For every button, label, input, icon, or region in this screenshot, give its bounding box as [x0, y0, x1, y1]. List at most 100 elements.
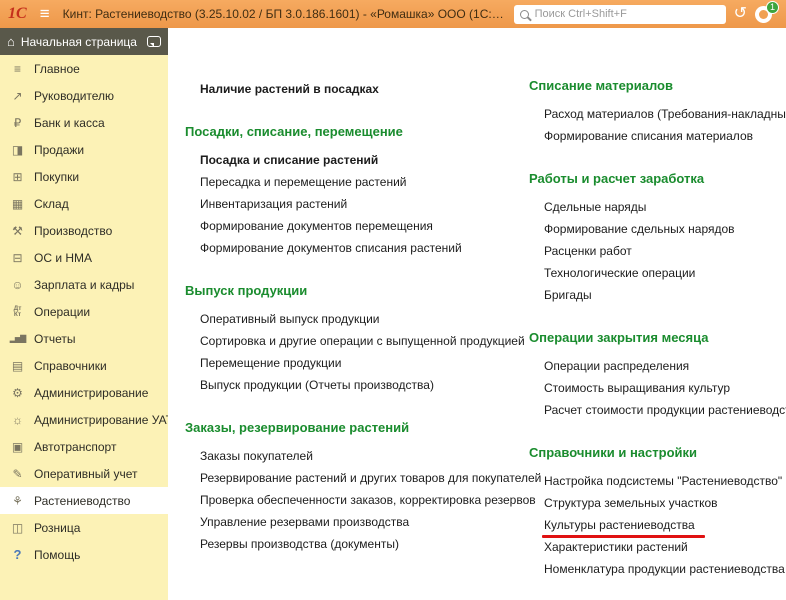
home-label: Начальная страница [21, 35, 137, 49]
sidebar-item-plant-growing[interactable]: ⚘Растениеводство [0, 487, 168, 514]
notifications-icon[interactable]: 1 [755, 6, 772, 23]
sidebar-sections-list: ≡ Главное ↗ Руководителю ₽ Банк и касса ◨ Прода… [0, 55, 168, 568]
command-link[interactable]: Оперативный выпуск продукции [200, 308, 380, 330]
bar-chart-icon: ▂▅▇ [9, 334, 26, 343]
app-body: ⌂ Начальная страница ≡ Главное ↗ Руководите… [0, 28, 786, 600]
gear-icon: ⚙ [9, 386, 26, 400]
sales-icon: ◨ [9, 143, 26, 157]
command-link[interactable]: Пересадка и перемещение растений [200, 171, 407, 193]
section-header: Выпуск продукции [185, 283, 307, 299]
command-link[interactable]: Формирование документов списания растени… [200, 237, 462, 259]
command-link[interactable]: Формирование сдельных нарядов [544, 218, 735, 240]
home-page-button[interactable]: ⌂ Начальная страница [0, 28, 168, 55]
command-link[interactable]: Сортировка и другие операции с выпущенно… [200, 330, 525, 352]
command-link[interactable]: Резервы производства (документы) [200, 533, 399, 555]
sidebar-item-label: Администрирование [34, 386, 148, 400]
ruble-icon: ₽ [9, 116, 26, 130]
sidebar-item-main[interactable]: ≡ Главное [0, 55, 168, 82]
chart-line-icon: ↗ [9, 89, 26, 103]
command-link[interactable]: Резервирование растений и других товаров… [200, 467, 541, 489]
sidebar-item-label: Главное [34, 62, 80, 76]
sidebar-item-label: ОС и НМА [34, 251, 92, 265]
sidebar-item-fixed-assets[interactable]: ⊟ ОС и НМА [0, 244, 168, 271]
sidebar-item-label: Отчеты [34, 332, 75, 346]
command-link[interactable]: Управление резервами производства [200, 511, 409, 533]
sidebar-item-label: Оперативный учет [34, 467, 137, 481]
dtkt-icon: Дт Кт [9, 306, 26, 318]
main-menu-icon[interactable]: ≡ [35, 4, 55, 24]
command-link[interactable]: Расценки работ [544, 240, 632, 262]
sidebar-item-sales[interactable]: ◨ Продажи [0, 136, 168, 163]
sidebar-item-production[interactable]: ⚒Производство [0, 217, 168, 244]
section-header: Списание материалов [529, 78, 673, 94]
bulb-icon: ☼ [9, 413, 26, 427]
section-header: Операции закрытия месяца [529, 330, 708, 346]
sidebar-item-retail[interactable]: ◫ Розница [0, 514, 168, 541]
sidebar-item-help[interactable]: ?Помощь [0, 541, 168, 568]
command-link[interactable]: Инвентаризация растений [200, 193, 347, 215]
command-link[interactable]: Проверка обеспеченности заказов, коррект… [200, 489, 536, 511]
search-input[interactable] [535, 8, 720, 20]
command-link[interactable]: Бригады [544, 284, 592, 306]
command-link[interactable]: Заказы покупателей [200, 445, 313, 467]
command-link[interactable]: Сдельные наряды [544, 196, 646, 218]
command-link[interactable]: Характеристики растений [544, 536, 688, 558]
command-link[interactable]: Стоимость выращивания культур [544, 377, 730, 399]
command-link[interactable]: Операции распределения [544, 355, 689, 377]
sidebar-item-administration[interactable]: ⚙ Администрирование [0, 379, 168, 406]
car-icon: ▣ [9, 440, 26, 454]
global-search[interactable] [514, 5, 726, 24]
command-link[interactable]: Настройка подсистемы "Растениеводство" [544, 470, 782, 492]
command-link[interactable]: Формирование документов перемещения [200, 215, 433, 237]
window-title: Кинт: Растениеводство (3.25.10.02 / БП 3… [63, 7, 506, 21]
titlebar: 1С ≡ Кинт: Растениеводство (3.25.10.02 /… [0, 0, 786, 28]
search-icon [520, 10, 529, 19]
sidebar-item-purchases[interactable]: ⊞Покупки [0, 163, 168, 190]
sidebar-item-bank-cash[interactable]: ₽ Банк и касса [0, 109, 168, 136]
discussions-icon[interactable] [147, 36, 161, 47]
command-link[interactable]: Посадка и списание растений [200, 149, 378, 171]
sidebar-item-label: Производство [34, 224, 112, 238]
truck-icon: ⊟ [9, 251, 26, 265]
command-link[interactable]: Расчет стоимости продукции растениеводст… [544, 399, 786, 421]
sidebar-item-label: Продажи [34, 143, 84, 157]
content-column-right: Списание материалов Расход материалов (Тр… [529, 78, 786, 600]
sidebar-item-catalogs[interactable]: ▤Справочники [0, 352, 168, 379]
storefront-icon: ◫ [9, 521, 26, 535]
sidebar-item-warehouse[interactable]: ▦Склад [0, 190, 168, 217]
command-link[interactable]: Технологические операции [544, 262, 695, 284]
cart-icon: ⊞ [9, 170, 26, 184]
sidebar-item-label: Справочники [34, 359, 107, 373]
sidebar-item-vehicles[interactable]: ▣Автотранспорт [0, 433, 168, 460]
command-link[interactable]: Расход материалов (Требования-накладные) [544, 103, 786, 125]
menu-icon: ≡ [9, 62, 26, 76]
command-link[interactable]: Наличие растений в посадках [200, 78, 379, 100]
sidebar-item-administration-uat[interactable]: ☼Администрирование УАТ [0, 406, 168, 433]
command-link[interactable]: Номенклатура продукции растениеводства [544, 558, 785, 580]
sidebar-item-manager[interactable]: ↗ Руководителю [0, 82, 168, 109]
sidebar-item-reports[interactable]: ▂▅▇ Отчеты [0, 325, 168, 352]
command-link[interactable]: Перемещение продукции [200, 352, 341, 374]
sidebar-item-label: Руководителю [34, 89, 114, 103]
command-link[interactable]: Выпуск продукции (Отчеты производства) [200, 374, 434, 396]
section-header: Заказы, резервирование растений [185, 420, 409, 436]
1c-logo: 1С [8, 5, 27, 23]
sidebar-item-label: Администрирование УАТ [34, 413, 173, 427]
sidebar-item-label: Зарплата и кадры [34, 278, 134, 292]
sidebar-item-label: Операции [34, 305, 90, 319]
sidebar-item-label: Банк и касса [34, 116, 105, 130]
section-header: Работы и расчет заработка [529, 171, 704, 187]
home-icon: ⌂ [7, 34, 15, 49]
sidebar-item-label: Розница [34, 521, 80, 535]
command-link[interactable]: Структура земельных участков [544, 492, 718, 514]
command-link[interactable]: Формирование списания материалов [544, 125, 753, 147]
sidebar-item-operational-accounting[interactable]: ✎Оперативный учет [0, 460, 168, 487]
command-link[interactable]: Культуры растениеводства [544, 514, 695, 536]
history-icon[interactable]: ↺ [734, 6, 747, 22]
warehouse-icon: ▦ [9, 197, 26, 211]
sidebar-item-payroll[interactable]: ☺Зарплата и кадры [0, 271, 168, 298]
app-window: 1С ≡ Кинт: Растениеводство (3.25.10.02 /… [0, 0, 786, 600]
plant-icon: ⚘ [9, 494, 26, 508]
start-page-content: Наличие растений в посадкахПосадки, спис… [168, 28, 786, 600]
sidebar-item-operations[interactable]: Дт Кт Операции [0, 298, 168, 325]
